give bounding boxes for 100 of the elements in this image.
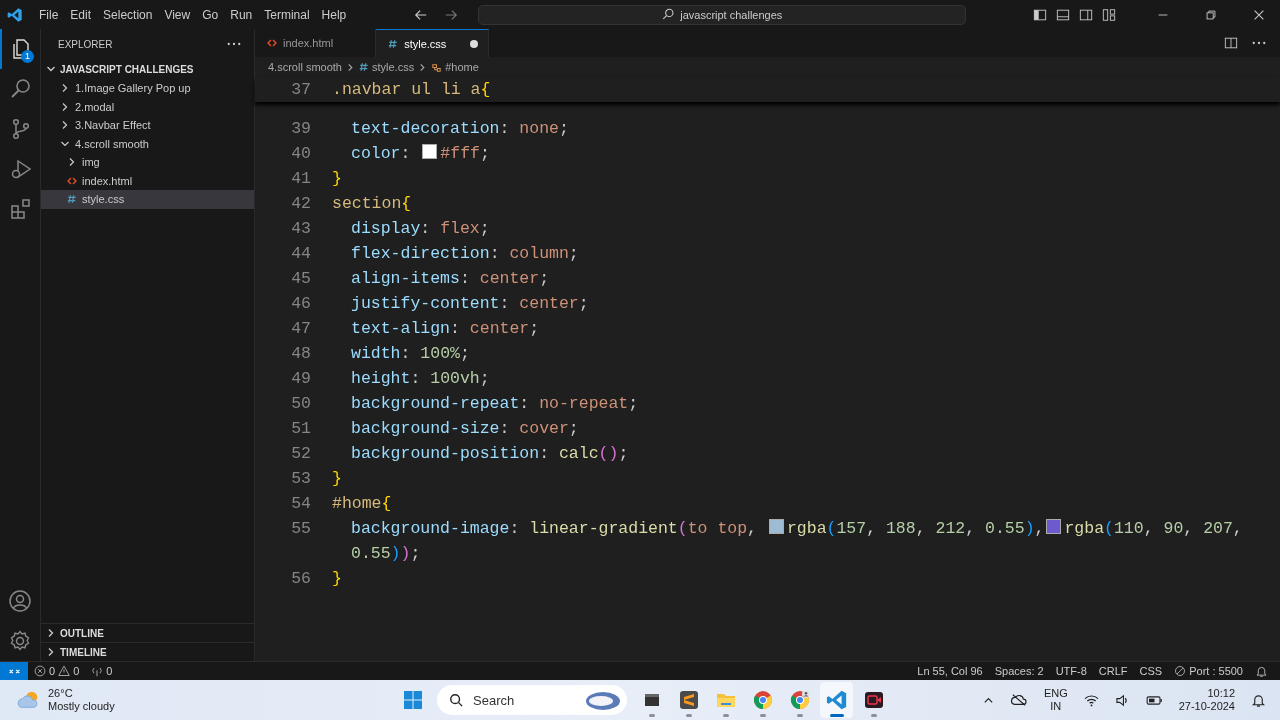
restore-icon[interactable] bbox=[1204, 7, 1218, 22]
split-layout-icon[interactable] bbox=[1079, 7, 1093, 22]
menu-item[interactable]: Selection bbox=[97, 7, 159, 22]
code-line: flex-direction: column; bbox=[351, 244, 579, 263]
code-line: } bbox=[332, 469, 342, 488]
menu-item[interactable]: Go bbox=[196, 7, 225, 22]
editor-tab[interactable]: style.css bbox=[376, 29, 490, 57]
menu-item[interactable]: View bbox=[158, 7, 197, 22]
search-icon bbox=[449, 693, 463, 707]
code-line: } bbox=[332, 569, 342, 588]
menu-item[interactable]: Run bbox=[224, 7, 259, 22]
status-item[interactable]: Ln 55, Col 96 bbox=[911, 665, 989, 677]
line-number: 46 bbox=[290, 294, 312, 313]
account-icon[interactable] bbox=[8, 589, 32, 613]
html-file-icon bbox=[267, 38, 277, 48]
ports-status[interactable]: 0 bbox=[85, 665, 119, 677]
error-icon bbox=[34, 665, 46, 677]
code-line: align-items: center; bbox=[351, 269, 550, 288]
line-number: 44 bbox=[290, 244, 312, 263]
weather-widget[interactable]: 26°C Mostly cloudy bbox=[0, 687, 396, 713]
browser-icon bbox=[752, 690, 773, 710]
clock[interactable]: 10:12 27-10-2024 bbox=[1178, 687, 1235, 713]
status-item[interactable]: CRLF bbox=[1092, 665, 1134, 677]
status-item[interactable]: CSS bbox=[1133, 665, 1169, 677]
battery-icon[interactable] bbox=[1145, 694, 1163, 706]
code-editor-icon bbox=[825, 689, 848, 711]
status-item[interactable]: Spaces: 2 bbox=[988, 665, 1050, 677]
code-line: 0.55)); bbox=[351, 544, 421, 563]
more-actions-icon[interactable] bbox=[1252, 41, 1266, 45]
editor-app-icon bbox=[678, 690, 699, 710]
menu-item[interactable]: File bbox=[33, 7, 65, 22]
cloud-off-icon[interactable] bbox=[1009, 693, 1028, 707]
customize-layout-icon[interactable] bbox=[1102, 7, 1116, 22]
chevron-right-icon bbox=[418, 62, 428, 72]
speaker-icon[interactable] bbox=[1114, 693, 1130, 707]
panel-toggle-icon[interactable] bbox=[1056, 7, 1070, 22]
file-tree-item[interactable]: index.html bbox=[41, 171, 254, 190]
chevron-right-icon bbox=[346, 62, 355, 72]
symbol-icon bbox=[431, 61, 443, 73]
hash-icon bbox=[359, 62, 369, 72]
code-line: text-decoration: none; bbox=[351, 119, 569, 138]
line-number: 39 bbox=[290, 119, 312, 138]
more-actions-icon[interactable] bbox=[227, 42, 241, 46]
remote-button[interactable] bbox=[0, 662, 28, 680]
code-line: .navbar ul li a{ bbox=[332, 80, 491, 99]
notifications-icon[interactable] bbox=[1255, 664, 1268, 678]
run-debug-icon bbox=[9, 157, 33, 181]
line-number: 56 bbox=[290, 569, 312, 588]
temperature-text: 26°C bbox=[48, 687, 74, 700]
status-item[interactable]: UTF-8 bbox=[1049, 665, 1093, 677]
menu-item[interactable]: Edit bbox=[64, 7, 98, 22]
code-line: section{ bbox=[332, 194, 412, 213]
status-item[interactable]: Port : 5500 bbox=[1168, 665, 1249, 677]
app-logo-icon bbox=[7, 6, 23, 23]
line-number: 42 bbox=[290, 194, 312, 213]
menu-item[interactable]: Terminal bbox=[258, 7, 316, 22]
line-number: 55 bbox=[290, 519, 312, 538]
file-tree-item[interactable]: 2.modal bbox=[41, 97, 254, 116]
forward-arrow-icon[interactable] bbox=[444, 7, 459, 22]
line-number: 45 bbox=[290, 269, 312, 288]
no-entry-icon bbox=[1174, 665, 1187, 677]
file-tree-item[interactable]: 1.Image Gallery Pop up bbox=[41, 79, 254, 98]
workspace-folder-header[interactable]: JAVASCRIPT CHALLENGES bbox=[41, 59, 254, 79]
file-tree-item[interactable]: 3.Navbar Effect bbox=[41, 116, 254, 135]
code-line: background-repeat: no-repeat; bbox=[351, 394, 639, 413]
line-number: 41 bbox=[290, 169, 312, 188]
code-line: width: 100%; bbox=[351, 344, 470, 363]
line-number: 51 bbox=[290, 419, 312, 438]
line-number: 48 bbox=[290, 344, 312, 363]
code-line: display: flex; bbox=[351, 219, 490, 238]
wifi-icon[interactable] bbox=[1083, 693, 1099, 707]
menu-item[interactable]: Help bbox=[315, 7, 353, 22]
breadcrumb-item[interactable]: 4.scroll smooth bbox=[268, 61, 342, 73]
language-indicator[interactable]: ENG IN bbox=[1043, 687, 1068, 713]
hash-icon bbox=[67, 194, 77, 205]
breadcrumb-item[interactable]: #home bbox=[431, 61, 479, 73]
file-tree-item[interactable]: style.css bbox=[41, 190, 254, 209]
code-line: #home{ bbox=[332, 494, 392, 513]
code-line: background-position: calc(); bbox=[351, 444, 629, 463]
command-search-field[interactable]: javascript challenges bbox=[478, 4, 967, 25]
line-number: 53 bbox=[290, 469, 312, 488]
problems-status[interactable]: 0 0 bbox=[28, 665, 86, 677]
breadcrumb-item[interactable]: style.css bbox=[359, 61, 415, 73]
sidebar-toggle-icon[interactable] bbox=[1033, 7, 1047, 22]
chevron-down-icon bbox=[46, 64, 56, 74]
split-editor-icon[interactable] bbox=[1224, 36, 1238, 50]
taskbar-search-field[interactable]: Search bbox=[437, 685, 627, 715]
file-tree-item[interactable]: 4.scroll smooth bbox=[41, 134, 254, 153]
file-tree-item[interactable]: img bbox=[41, 153, 254, 172]
settings-icon[interactable] bbox=[8, 629, 32, 653]
line-number: 37 bbox=[290, 80, 312, 99]
notifications-icon[interactable] bbox=[1251, 692, 1266, 708]
back-arrow-icon[interactable] bbox=[414, 7, 429, 22]
code-line: justify-content: center; bbox=[351, 294, 589, 313]
line-number: 52 bbox=[290, 444, 312, 463]
sidebar-section-header[interactable]: OUTLINE bbox=[41, 623, 254, 642]
search-icon bbox=[662, 8, 676, 21]
line-number: 40 bbox=[290, 144, 312, 163]
code-line: color: #fff; bbox=[351, 144, 490, 163]
code-line: text-align: center; bbox=[351, 319, 540, 338]
